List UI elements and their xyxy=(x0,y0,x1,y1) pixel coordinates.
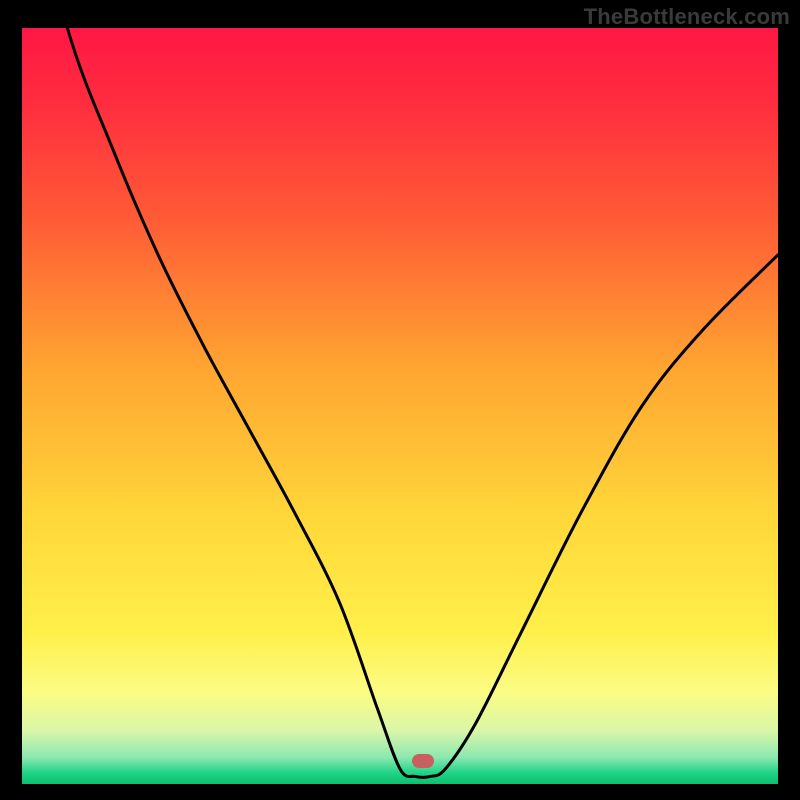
optimum-marker xyxy=(412,754,434,768)
chart-stage: TheBottleneck.com xyxy=(0,0,800,800)
watermark-text: TheBottleneck.com xyxy=(584,4,790,30)
plot-area xyxy=(22,28,778,772)
bottleneck-curve xyxy=(22,28,778,784)
